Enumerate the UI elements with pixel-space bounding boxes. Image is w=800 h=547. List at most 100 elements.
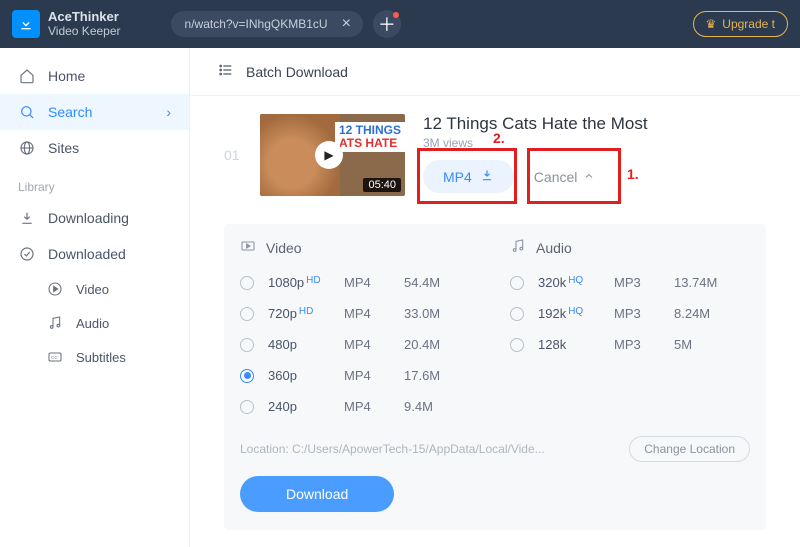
audio-format-list: 320kHQMP313.74M192kHQMP38.24M128kMP35M xyxy=(510,267,740,422)
sidebar-item-label: Search xyxy=(48,104,92,120)
change-location-button[interactable]: Change Location xyxy=(629,436,750,462)
library-heading: Library xyxy=(0,166,189,200)
sidebar-item-search[interactable]: Search › xyxy=(0,94,189,130)
video-column-header: Video xyxy=(240,238,470,257)
format-row[interactable]: 128kMP35M xyxy=(510,329,740,360)
search-icon xyxy=(18,103,36,121)
location-text: Location: C:/Users/ApowerTech-15/AppData… xyxy=(240,442,545,456)
music-icon xyxy=(510,238,526,257)
format-row[interactable]: 1080pHDMP454.4M xyxy=(240,267,470,298)
chevron-right-icon: › xyxy=(166,104,171,120)
format-cell: MP3 xyxy=(614,275,674,290)
notification-dot xyxy=(393,12,399,18)
sidebar-item-sites[interactable]: Sites xyxy=(0,130,189,166)
download-button[interactable]: Download xyxy=(240,476,394,512)
radio-button[interactable] xyxy=(510,276,524,290)
duration-badge: 05:40 xyxy=(363,178,401,192)
quality-cell: 1080pHD xyxy=(268,275,344,290)
sidebar-subitem-subtitles[interactable]: CC Subtitles xyxy=(0,340,189,374)
quality-cell: 192kHQ xyxy=(538,306,614,321)
add-url-button[interactable]: ＋ xyxy=(373,10,401,38)
sidebar-item-label: Sites xyxy=(48,140,79,156)
radio-button[interactable] xyxy=(240,307,254,321)
format-panel: Video Audio 1080pHDMP454.4M720pHDMP433.0… xyxy=(224,224,766,530)
format-cell: MP4 xyxy=(344,368,404,383)
sites-icon xyxy=(18,139,36,157)
sidebar-item-label: Audio xyxy=(76,316,109,331)
sidebar-item-label: Downloading xyxy=(48,210,129,226)
upgrade-button[interactable]: ♛ Upgrade t xyxy=(693,11,788,37)
sidebar-subitem-audio[interactable]: Audio xyxy=(0,306,189,340)
music-icon xyxy=(46,314,64,332)
format-row[interactable]: 720pHDMP433.0M xyxy=(240,298,470,329)
video-format-list: 1080pHDMP454.4M720pHDMP433.0M480pMP420.4… xyxy=(240,267,470,422)
size-cell: 33.0M xyxy=(404,306,464,321)
app-logo: AceThinker Video Keeper xyxy=(12,10,121,38)
size-cell: 20.4M xyxy=(404,337,464,352)
url-pill[interactable]: n/watch?v=INhgQKMB1cU × xyxy=(171,11,363,37)
quality-cell: 128k xyxy=(538,337,614,352)
radio-button[interactable] xyxy=(240,369,254,383)
download-icon xyxy=(480,168,494,185)
chevron-up-icon xyxy=(583,169,595,185)
size-cell: 54.4M xyxy=(404,275,464,290)
cancel-label: Cancel xyxy=(534,169,578,185)
sidebar-item-downloaded[interactable]: Downloaded xyxy=(0,236,189,272)
video-views: 3M views xyxy=(423,136,766,150)
video-title: 12 Things Cats Hate the Most xyxy=(423,114,766,134)
sidebar-subitem-video[interactable]: Video xyxy=(0,272,189,306)
radio-button[interactable] xyxy=(240,276,254,290)
video-icon xyxy=(240,238,256,257)
svg-text:CC: CC xyxy=(51,355,58,360)
radio-button[interactable] xyxy=(240,338,254,352)
size-cell: 17.6M xyxy=(404,368,464,383)
download-icon xyxy=(18,209,36,227)
close-icon[interactable]: × xyxy=(338,15,355,33)
sidebar-item-label: Home xyxy=(48,68,85,84)
quality-cell: 360p xyxy=(268,368,344,383)
size-cell: 9.4M xyxy=(404,399,464,414)
batch-download-bar[interactable]: Batch Download xyxy=(190,48,800,96)
format-row[interactable]: 240pMP49.4M xyxy=(240,391,470,422)
size-cell: 13.74M xyxy=(674,275,734,290)
quality-cell: 720pHD xyxy=(268,306,344,321)
format-cell: MP4 xyxy=(344,275,404,290)
format-row[interactable]: 360pMP417.6M xyxy=(240,360,470,391)
radio-button[interactable] xyxy=(510,307,524,321)
home-icon xyxy=(18,67,36,85)
sidebar: Home Search › Sites Library Downloading Down… xyxy=(0,48,190,547)
mp4-label: MP4 xyxy=(443,169,472,185)
quality-cell: 240p xyxy=(268,399,344,414)
upgrade-label: Upgrade t xyxy=(722,17,775,31)
sidebar-item-label: Downloaded xyxy=(48,246,126,262)
downloaded-icon xyxy=(18,245,36,263)
brand-product: Video Keeper xyxy=(48,25,121,38)
mp4-download-button[interactable]: MP4 xyxy=(423,160,514,193)
radio-button[interactable] xyxy=(240,400,254,414)
cc-icon: CC xyxy=(46,348,64,366)
list-icon xyxy=(218,62,234,81)
size-cell: 8.24M xyxy=(674,306,734,321)
item-index: 01 xyxy=(224,147,242,163)
quality-cell: 480p xyxy=(268,337,344,352)
app-header: AceThinker Video Keeper n/watch?v=INhgQK… xyxy=(0,0,800,48)
thumbnail-overlay-text: 12 THINGS ATS HATE xyxy=(335,122,405,152)
sidebar-item-downloading[interactable]: Downloading xyxy=(0,200,189,236)
cancel-button[interactable]: Cancel xyxy=(528,161,602,193)
main-content: Batch Download 01 12 THINGS ATS HATE ▶ 0… xyxy=(190,48,800,547)
format-cell: MP4 xyxy=(344,399,404,414)
batch-label: Batch Download xyxy=(246,64,348,80)
video-item: 01 12 THINGS ATS HATE ▶ 05:40 12 Things … xyxy=(224,114,766,196)
sidebar-item-home[interactable]: Home xyxy=(0,58,189,94)
sidebar-item-label: Subtitles xyxy=(76,350,126,365)
radio-button[interactable] xyxy=(510,338,524,352)
format-row[interactable]: 192kHQMP38.24M xyxy=(510,298,740,329)
format-cell: MP3 xyxy=(614,306,674,321)
play-icon: ▶ xyxy=(315,141,343,169)
format-row[interactable]: 480pMP420.4M xyxy=(240,329,470,360)
logo-icon xyxy=(12,10,40,38)
video-thumbnail[interactable]: 12 THINGS ATS HATE ▶ 05:40 xyxy=(260,114,405,196)
brand-name: AceThinker xyxy=(48,10,121,24)
format-row[interactable]: 320kHQMP313.74M xyxy=(510,267,740,298)
format-cell: MP4 xyxy=(344,306,404,321)
